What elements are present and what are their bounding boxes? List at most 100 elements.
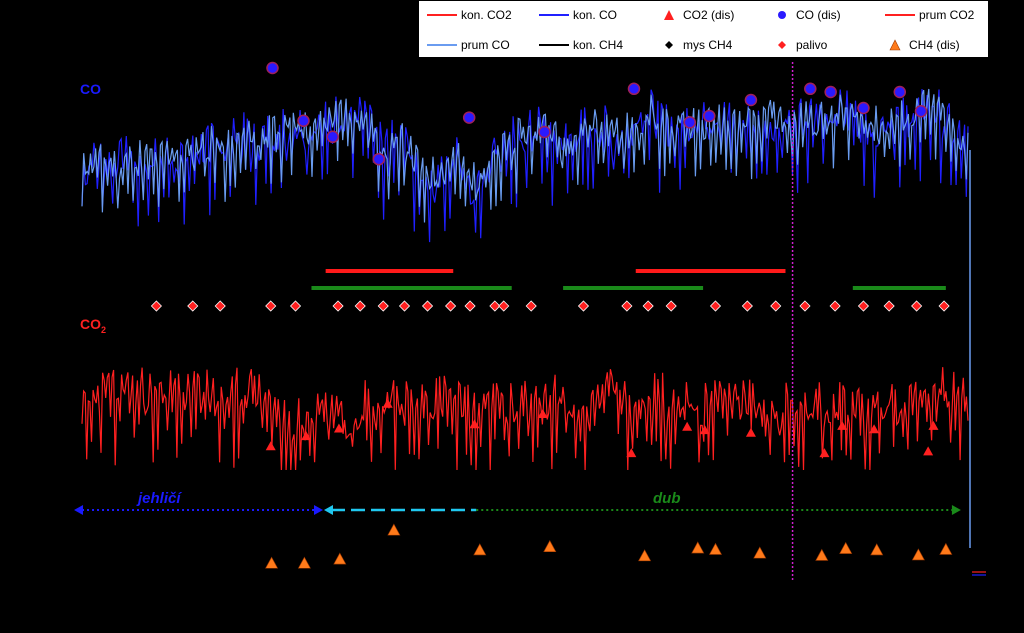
legend-prum-co2: prum CO2 [885, 8, 974, 22]
legend-line-icon [427, 9, 457, 21]
ch4-dis-triangle [870, 543, 884, 556]
co-dis-circle [462, 111, 476, 124]
ch4-dis-triangle [297, 556, 311, 569]
legend-palivo: palivo [772, 38, 827, 52]
fuel-type-arrows [74, 505, 961, 515]
jehlici-arrow-head-left [74, 505, 84, 515]
ch4-dis-triangle [753, 546, 767, 559]
palivo-diamond [642, 300, 654, 312]
legend-kon-ch4: kon. CH4 [539, 38, 623, 52]
legend-kon-co: kon. CO [539, 8, 617, 22]
ch4-dis-triangle [333, 552, 347, 565]
palivo-diamond [799, 300, 811, 312]
ch4-dis-triangle [387, 523, 401, 536]
palivo-diamond [770, 300, 782, 312]
palivo-diamond [289, 300, 302, 312]
palivo-diamond [577, 300, 590, 312]
co-dis-circle [857, 101, 870, 115]
co-dis-circle [683, 116, 697, 129]
co-dis-circle [297, 114, 310, 128]
ch4-dis-triangle [638, 549, 652, 562]
palivo-diamond [377, 300, 389, 312]
legend-ch4-dis: CH4 (dis) [885, 38, 960, 52]
palivo-diamond [665, 300, 677, 312]
legend-text: kon. CO2 [461, 8, 512, 22]
fuel-period-bars [311, 269, 946, 290]
chart-canvas [74, 61, 986, 580]
ch4-dis-triangle [708, 542, 722, 555]
palivo-diamond [464, 300, 476, 312]
palivo-diamond [938, 300, 950, 312]
ch4-dis-triangle [543, 540, 557, 552]
co2-dis-triangle [682, 421, 693, 431]
palivo-diamond [214, 300, 226, 312]
legend-text: CO (dis) [796, 8, 841, 22]
palivo-diamond [709, 300, 722, 312]
legend-line-icon [427, 39, 457, 51]
co2-series [81, 367, 969, 471]
right-edge-line [969, 150, 986, 576]
co2-dis-triangle [923, 446, 934, 456]
palivo-diamond [187, 300, 199, 312]
legend-mys-ch4: mys CH4 [659, 38, 732, 52]
palivo-diamond [829, 300, 841, 312]
palivo-diamond [498, 300, 510, 312]
ch4-dis-triangle [839, 541, 853, 554]
co-dis-circle [627, 82, 641, 96]
diamond-icon [772, 39, 792, 51]
legend-text: kon. CH4 [573, 38, 624, 52]
palivo-markers [150, 300, 950, 312]
palivo-diamond [421, 300, 434, 312]
legend-text: palivo [796, 38, 828, 52]
ch4-dis-triangle [265, 556, 279, 569]
legend-co2-dis: CO2 (dis) [659, 8, 734, 22]
ch4-dis-triangle [691, 541, 705, 554]
jehlici-label: jehličí [138, 490, 181, 507]
co2-kon-line [81, 367, 969, 471]
palivo-diamond [265, 300, 277, 312]
co-dis-circle [703, 109, 716, 123]
co2-dis-triangle [745, 427, 756, 437]
palivo-diamond [398, 300, 411, 312]
co-dis-circle [824, 85, 837, 99]
palivo-diamond [911, 300, 923, 312]
co-dis-circle [538, 125, 551, 139]
co-series [81, 88, 969, 243]
co-dis-circle [914, 104, 928, 118]
co-dis-circle [893, 85, 907, 99]
palivo-diamond [525, 300, 537, 312]
legend-text: prum CO [461, 38, 510, 52]
legend-prum-co: prum CO [427, 38, 510, 52]
legend-text: CO2 (dis) [683, 8, 735, 22]
triangle-icon [885, 39, 905, 51]
legend-text: prum CO2 [919, 8, 975, 22]
ch4-dis-triangle [815, 548, 829, 561]
legend-text: CH4 (dis) [909, 38, 960, 52]
legend-text: mys CH4 [683, 38, 733, 52]
palivo-diamond [883, 300, 895, 312]
dub-label: dub [653, 490, 681, 507]
palivo-diamond [621, 300, 633, 312]
palivo-diamond [354, 300, 366, 312]
co2-dis-triangle [928, 420, 939, 430]
ch4-dis-markers [265, 523, 953, 569]
diamond-icon [659, 39, 679, 51]
co2-axis-label: CO2 [80, 316, 106, 335]
legend-kon-co2: kon. CO2 [427, 8, 512, 22]
triangle-icon [659, 9, 679, 21]
legend-text: kon. CO [573, 8, 618, 22]
co2-dis-triangle [301, 431, 312, 441]
ch4-dis-triangle [939, 542, 953, 555]
co2-dis-triangle [265, 441, 276, 451]
co2-label-sub: 2 [101, 324, 107, 335]
legend-line-icon [539, 39, 569, 51]
legend-line-icon [539, 9, 569, 21]
co-dis-circle [804, 82, 817, 96]
palivo-diamond [857, 300, 870, 312]
co-dis-circle [266, 61, 279, 75]
chart-legend: kon. CO2 kon. CO CO2 (dis) CO (dis) prum… [418, 0, 989, 58]
ch4-dis-triangle [911, 548, 925, 561]
co-axis-label: CO [80, 81, 101, 97]
co-kon-line [81, 88, 969, 243]
ch4-dis-triangle [473, 543, 487, 556]
